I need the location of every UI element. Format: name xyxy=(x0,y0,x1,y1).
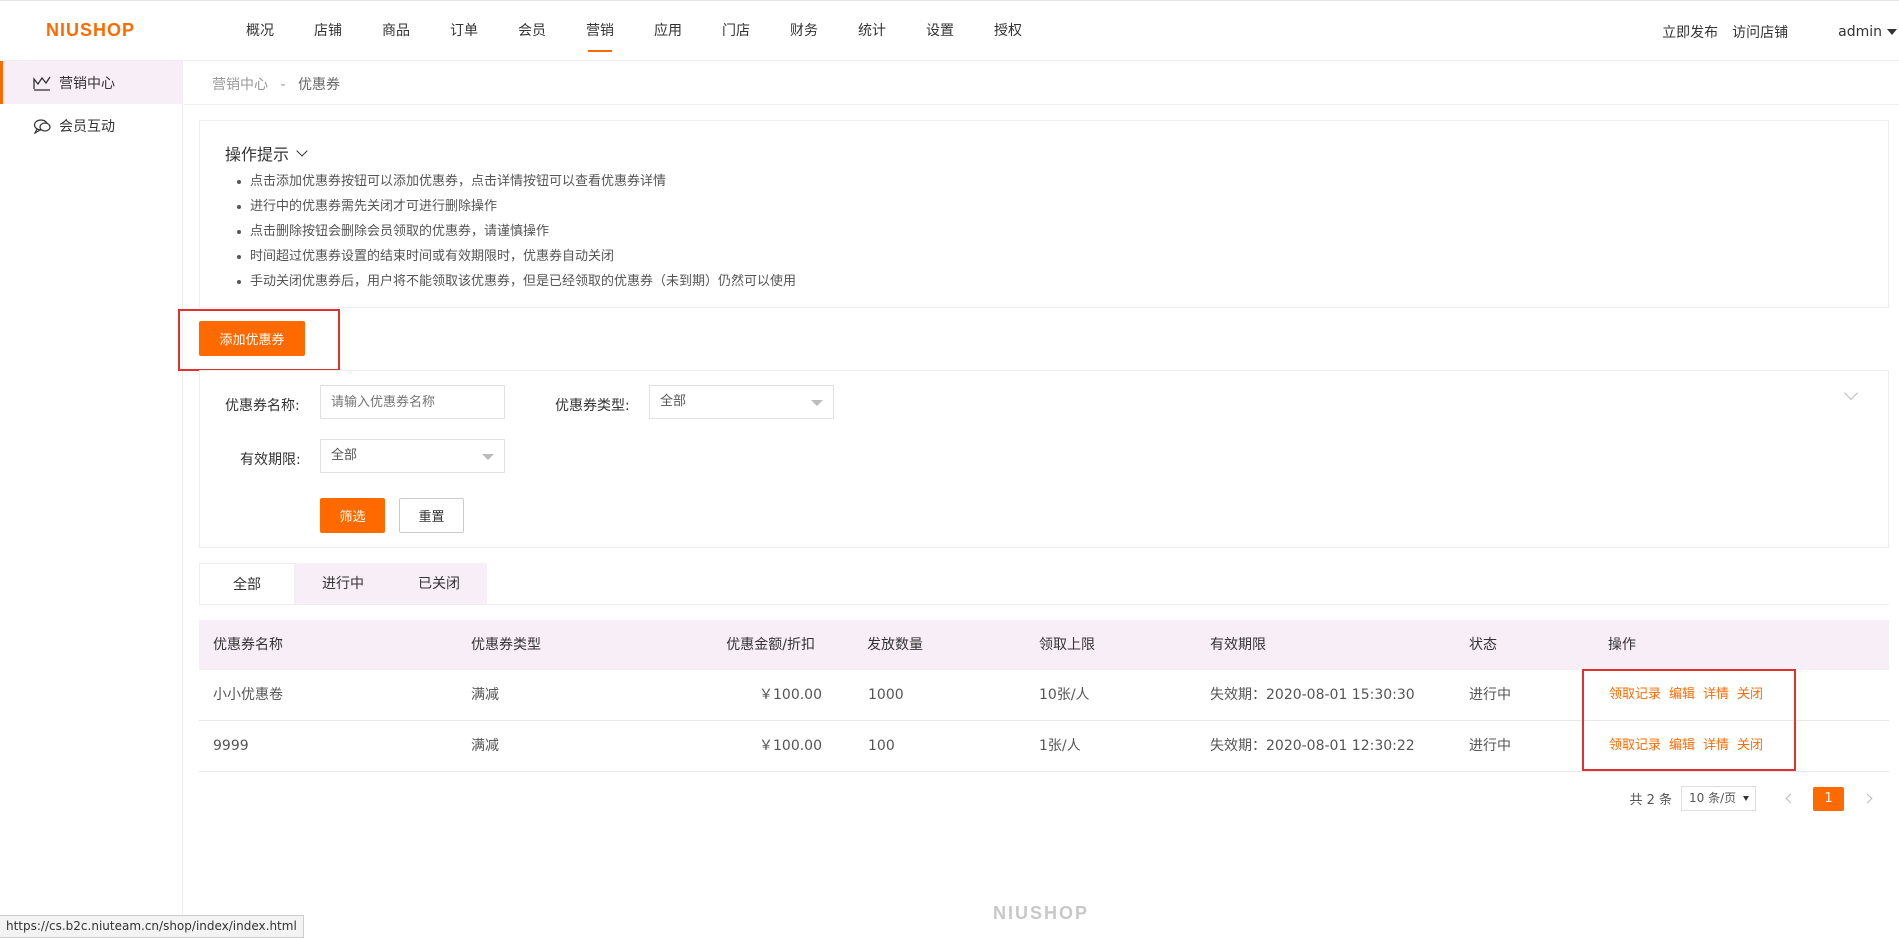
limit-cell: 1张/人 xyxy=(1039,738,1081,754)
nav-item-settings[interactable]: 设置 xyxy=(906,1,974,62)
tip-item: 手动关闭优惠券后，用户将不能领取该优惠券，但是已经领取的优惠券（未到期）仍然可以… xyxy=(236,269,796,294)
next-page-icon[interactable] xyxy=(1860,792,1874,806)
pagination: 共 2 条 10 条/页 1 xyxy=(1629,786,1885,811)
dropdown-arrow-icon xyxy=(1743,796,1749,801)
coupon-type-label: 优惠券类型: xyxy=(555,398,630,414)
nav-item-apps[interactable]: 应用 xyxy=(634,1,702,62)
caret-down-icon xyxy=(1887,28,1897,35)
divider xyxy=(199,604,1889,605)
breadcrumb-separator: - xyxy=(280,77,286,93)
nav-item-stores[interactable]: 门店 xyxy=(702,1,770,62)
column-header: 发放数量 xyxy=(867,637,923,653)
divider xyxy=(184,104,1899,105)
prev-page-icon[interactable] xyxy=(1783,792,1797,806)
chart-icon xyxy=(33,76,51,91)
coupon-type-value: 全部 xyxy=(660,394,687,409)
chevron-down-icon xyxy=(296,145,308,157)
page-size-value: 10 条/页 xyxy=(1689,791,1737,805)
quantity-cell: 100 xyxy=(868,738,895,754)
tips-toggle[interactable]: 操作提示 xyxy=(225,141,308,165)
validity-select[interactable]: 全部 xyxy=(320,439,505,473)
coupon-type-select[interactable]: 全部 xyxy=(649,385,834,419)
sidebar: 营销中心 会员互动 xyxy=(0,61,183,938)
user-menu[interactable]: admin xyxy=(1838,24,1897,40)
validity-label: 有效期限: xyxy=(240,452,301,468)
tip-item: 时间超过优惠券设置的结束时间或有效期限时，优惠券自动关闭 xyxy=(236,244,796,269)
column-header: 优惠券名称 xyxy=(213,637,283,653)
nav-item-finance[interactable]: 财务 xyxy=(770,1,838,62)
top-nav: 概况 店铺 商品 订单 会员 营销 应用 门店 财务 统计 设置 授权 xyxy=(226,1,1042,62)
column-header: 优惠金额/折扣 xyxy=(726,637,815,653)
status-cell: 进行中 xyxy=(1469,738,1511,754)
quantity-cell: 1000 xyxy=(868,687,904,703)
nav-item-stats[interactable]: 统计 xyxy=(838,1,906,62)
nav-item-members[interactable]: 会员 xyxy=(498,1,566,62)
validity-cell: 失效期：2020-08-01 12:30:22 xyxy=(1210,738,1415,754)
coupon-name-cell: 小小优惠卷 xyxy=(213,687,283,703)
chat-icon xyxy=(33,118,51,134)
nav-item-license[interactable]: 授权 xyxy=(974,1,1042,62)
column-header: 有效期限 xyxy=(1210,637,1266,653)
column-header: 操作 xyxy=(1608,637,1636,653)
coupon-type-cell: 满减 xyxy=(471,687,499,703)
filter-button[interactable]: 筛选 xyxy=(320,498,385,533)
nav-item-goods[interactable]: 商品 xyxy=(362,1,430,62)
nav-item-overview[interactable]: 概况 xyxy=(226,1,294,62)
tip-item: 进行中的优惠券需先关闭才可进行删除操作 xyxy=(236,194,796,219)
highlight-box xyxy=(178,309,340,371)
status-bar-url: https://cs.b2c.niuteam.cn/shop/index/ind… xyxy=(0,915,304,938)
validity-value: 全部 xyxy=(331,448,358,463)
coupon-name-input[interactable] xyxy=(320,385,505,419)
operation-tips: 操作提示 点击添加优惠券按钮可以添加优惠券，点击详情按钮可以查看优惠券详情 进行… xyxy=(199,120,1889,308)
column-header: 状态 xyxy=(1469,637,1497,653)
tab-closed[interactable]: 已关闭 xyxy=(391,563,487,605)
top-right-links: 立即发布 访问店铺 admin xyxy=(1662,1,1899,62)
breadcrumb-parent[interactable]: 营销中心 xyxy=(212,77,268,93)
filter-panel: 优惠券名称: 优惠券类型: 全部 有效期限: 全部 筛选 重置 xyxy=(199,370,1889,548)
tips-title: 操作提示 xyxy=(225,145,290,164)
sidebar-item-marketing-center[interactable]: 营销中心 xyxy=(0,61,182,104)
sidebar-item-label: 营销中心 xyxy=(59,75,115,92)
dropdown-arrow-icon xyxy=(811,400,823,406)
tab-in-progress[interactable]: 进行中 xyxy=(295,563,391,605)
tips-list: 点击添加优惠券按钮可以添加优惠券，点击详情按钮可以查看优惠券详情 进行中的优惠券… xyxy=(236,169,796,294)
limit-cell: 10张/人 xyxy=(1039,687,1090,703)
amount-cell: ￥100.00 xyxy=(759,687,822,703)
validity-cell: 失效期：2020-08-01 15:30:30 xyxy=(1210,687,1415,703)
tip-item: 点击删除按钮会删除会员领取的优惠券，请谨慎操作 xyxy=(236,219,796,244)
tip-item: 点击添加优惠券按钮可以添加优惠券，点击详情按钮可以查看优惠券详情 xyxy=(236,169,796,194)
highlight-box xyxy=(1582,669,1796,771)
top-bar: NIUSHOP 概况 店铺 商品 订单 会员 营销 应用 门店 财务 统计 设置… xyxy=(0,0,1899,61)
page-size-select[interactable]: 10 条/页 xyxy=(1681,786,1756,811)
breadcrumb-current: 优惠券 xyxy=(297,77,340,93)
sidebar-item-label: 会员互动 xyxy=(59,118,115,135)
coupon-type-cell: 满减 xyxy=(471,738,499,754)
status-tabs: 全部 进行中 已关闭 xyxy=(199,563,487,605)
page-number-current[interactable]: 1 xyxy=(1813,786,1844,811)
nav-item-marketing[interactable]: 营销 xyxy=(566,1,634,62)
reset-button[interactable]: 重置 xyxy=(399,498,464,533)
dropdown-arrow-icon xyxy=(482,454,494,460)
coupon-name-label: 优惠券名称: xyxy=(225,398,300,414)
column-header: 领取上限 xyxy=(1039,637,1095,653)
footer-logo: NIUSHOP xyxy=(993,903,1090,923)
visit-shop-link[interactable]: 访问店铺 xyxy=(1732,22,1788,42)
collapse-chevron-icon[interactable] xyxy=(1843,385,1859,401)
publish-link[interactable]: 立即发布 xyxy=(1662,22,1718,42)
sidebar-item-member-interaction[interactable]: 会员互动 xyxy=(0,104,182,147)
username: admin xyxy=(1838,23,1882,40)
breadcrumb: 营销中心 - 优惠券 xyxy=(212,74,340,94)
logo[interactable]: NIUSHOP xyxy=(46,20,135,41)
table-header: 优惠券名称 优惠券类型 优惠金额/折扣 发放数量 领取上限 有效期限 状态 操作 xyxy=(199,620,1889,670)
tab-all[interactable]: 全部 xyxy=(199,563,295,605)
total-count: 共 2 条 xyxy=(1629,793,1672,808)
nav-item-shop[interactable]: 店铺 xyxy=(294,1,362,62)
status-cell: 进行中 xyxy=(1469,687,1511,703)
coupon-name-cell: 9999 xyxy=(213,738,249,754)
nav-item-orders[interactable]: 订单 xyxy=(430,1,498,62)
column-header: 优惠券类型 xyxy=(471,637,541,653)
amount-cell: ￥100.00 xyxy=(759,738,822,754)
